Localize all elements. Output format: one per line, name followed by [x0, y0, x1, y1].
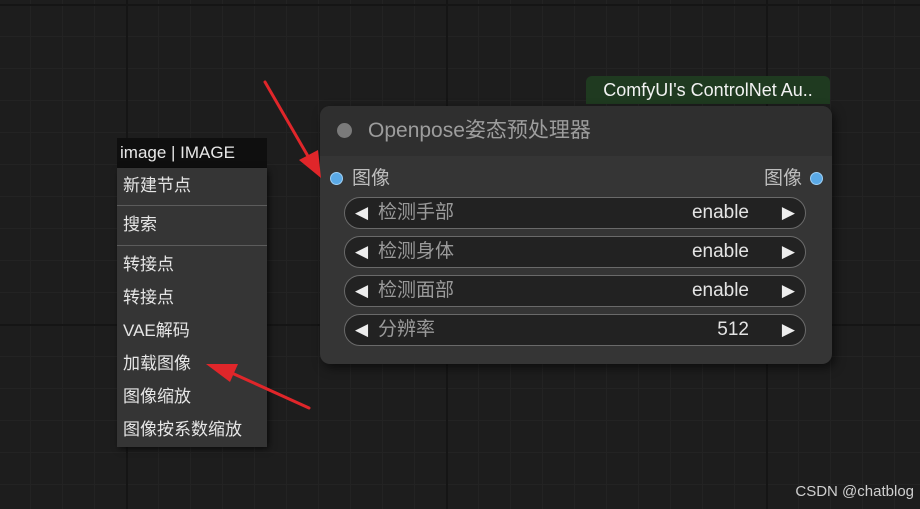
watermark: CSDN @chatblog	[795, 483, 914, 500]
annotation-arrows	[206, 80, 321, 410]
annotation-arrow-to-input	[263, 80, 321, 178]
annotation-arrow-to-load-image	[206, 364, 311, 410]
